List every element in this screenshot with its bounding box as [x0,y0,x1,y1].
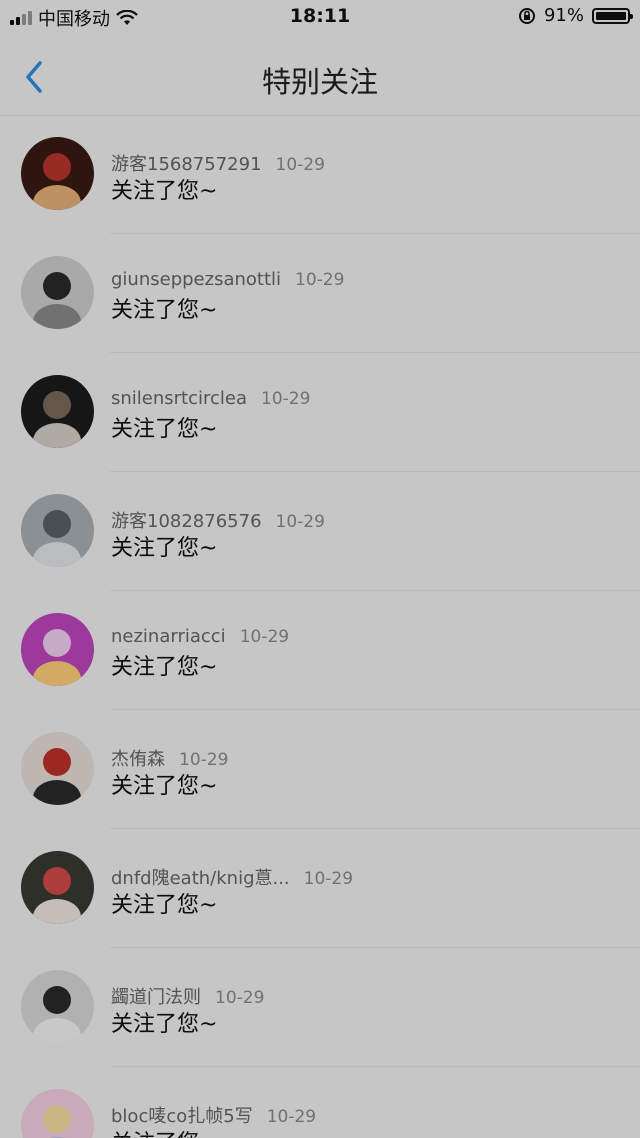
avatar-photo-icon [21,851,94,924]
follow-message: 关注了您~ [111,774,218,799]
username[interactable]: 杰侑森 [111,749,165,770]
avatar-photo-icon [21,1089,94,1138]
follow-message: 关注了您~ [111,179,218,204]
list-item[interactable]: 蠲道门法则 10-29 关注了您~ [0,948,640,1067]
status-right: 91% [518,5,633,26]
avatar-photo-icon [21,613,94,686]
username[interactable]: 蠲道门法则 [111,987,201,1008]
battery-percent: 91% [543,5,584,26]
list-item[interactable]: giunseppezsanottli 10-29 关注了您~ [0,234,640,353]
follow-date: 10-29 [295,270,345,290]
list-item[interactable]: 游客1082876576 10-29 关注了您~ [0,472,640,591]
rotation-lock-icon [518,7,535,24]
avatar-photo-icon [21,970,94,1043]
avatar-photo-icon [21,732,94,805]
avatar[interactable] [21,1089,94,1138]
avatar[interactable] [21,851,94,924]
follow-list: 游客1568757291 10-29 关注了您~ giunseppezsanott… [0,115,640,1138]
username[interactable]: dnfd隗eath/knig蒠... [111,868,290,889]
follow-message: 关注了您 [111,1125,199,1138]
list-item[interactable]: 杰侑森 10-29 关注了您~ [0,710,640,829]
avatar-photo-icon [21,375,94,448]
avatar[interactable] [21,732,94,805]
avatar[interactable] [21,613,94,686]
follow-message: 关注了您~ [111,536,218,561]
avatar[interactable] [21,494,94,567]
list-item[interactable]: 游客1568757291 10-29 关注了您~ [0,115,640,234]
avatar[interactable] [21,256,94,329]
status-bar: 中国移动 18:11 91% [0,0,640,33]
avatar[interactable] [21,375,94,448]
follow-message: 关注了您~ [111,417,218,442]
follow-date: 10-29 [303,869,354,889]
avatar[interactable] [21,970,94,1043]
username[interactable]: giunseppezsanottli [111,269,281,290]
follow-date: 10-29 [275,155,325,175]
follow-message: 关注了您~ [111,1012,218,1037]
page-title: 特别关注 [261,65,378,99]
follow-message: 关注了您~ [111,655,218,680]
username[interactable]: 游客1568757291 [111,154,262,175]
follow-message: 关注了您~ [111,893,218,918]
username[interactable]: snilensrtcirclea [111,388,247,409]
avatar-photo-icon [21,137,94,210]
list-item[interactable]: dnfd隗eath/knig蒠... 10-29 关注了您~ [0,829,640,948]
list-item[interactable]: bloc唛co扎帧5写 10-29 关注了您 [0,1067,640,1138]
follow-date: 10-29 [261,389,311,409]
follow-date: 10-29 [239,627,290,647]
battery-icon [592,7,633,24]
follow-date: 10-29 [275,512,325,532]
avatar-photo-icon [21,494,94,567]
nav-bar: 特别关注 [0,33,640,116]
screen: 中国移动 18:11 91% 特别关注 游客1568757291 10-29 关… [0,0,640,1138]
username[interactable]: bloc唛co扎帧5写 [111,1106,253,1127]
item-header: nezinarriacci 10-29 [111,626,289,647]
follow-date: 10-29 [266,1107,317,1127]
follow-date: 10-29 [215,988,265,1008]
avatar-photo-icon [21,256,94,329]
follow-message: 关注了您~ [111,298,218,323]
username[interactable]: 游客1082876576 [111,511,262,532]
list-item[interactable]: nezinarriacci 10-29 关注了您~ [0,591,640,710]
avatar[interactable] [21,137,94,210]
list-item[interactable]: snilensrtcirclea 10-29 关注了您~ [0,353,640,472]
item-header: giunseppezsanottli 10-29 [111,269,344,290]
follow-date: 10-29 [179,750,229,770]
username[interactable]: nezinarriacci [111,626,226,647]
item-header: snilensrtcirclea 10-29 [111,388,310,409]
